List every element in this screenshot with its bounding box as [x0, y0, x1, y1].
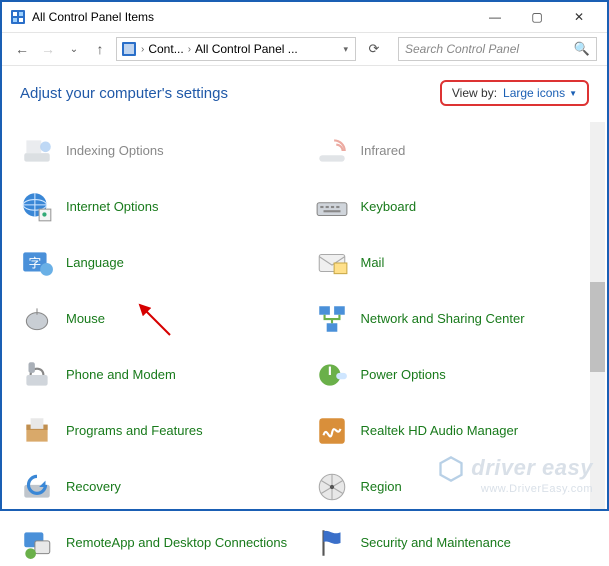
- globe-icon: [20, 190, 54, 224]
- scrollbar[interactable]: [590, 122, 605, 509]
- titlebar: All Control Panel Items — ▢ ✕: [2, 2, 607, 32]
- viewby-label: View by:: [452, 86, 497, 100]
- item-label: RemoteApp and Desktop Connections: [66, 535, 287, 551]
- back-button[interactable]: ←: [12, 39, 32, 59]
- minimize-button[interactable]: —: [481, 7, 509, 27]
- svg-text:字: 字: [29, 255, 42, 270]
- item-label: Power Options: [361, 367, 446, 383]
- forward-button[interactable]: →: [38, 39, 58, 59]
- control-panel-item[interactable]: Infrared: [315, 128, 590, 174]
- chevron-right-icon: ›: [188, 44, 191, 55]
- control-panel-item[interactable]: Programs and Features: [20, 408, 295, 454]
- item-label: Network and Sharing Center: [361, 311, 525, 327]
- ir-icon: [315, 134, 349, 168]
- mouse-icon: [20, 302, 54, 336]
- phone-icon: [20, 358, 54, 392]
- control-panel-item[interactable]: Mail: [315, 240, 590, 286]
- page-title: Adjust your computer's settings: [20, 85, 228, 102]
- breadcrumb-seg-2[interactable]: All Control Panel ...: [195, 42, 298, 56]
- toolbar: ← → ⌄ ↑ › Cont... › All Control Panel ..…: [2, 32, 607, 66]
- breadcrumb-icon: [121, 41, 137, 57]
- viewby-dropdown[interactable]: Large icons ▼: [503, 86, 577, 100]
- item-label: Indexing Options: [66, 143, 164, 159]
- chevron-right-icon: ›: [141, 44, 144, 55]
- control-panel-icon: [10, 9, 26, 25]
- flag-icon: [315, 526, 349, 560]
- chevron-down-icon: ▼: [569, 89, 577, 98]
- control-panel-item[interactable]: 字 Language: [20, 240, 295, 286]
- viewby-highlight: View by: Large icons ▼: [440, 80, 589, 106]
- breadcrumb[interactable]: › Cont... › All Control Panel ... ▾: [116, 37, 356, 61]
- item-label: Programs and Features: [66, 423, 203, 439]
- power-icon: [315, 358, 349, 392]
- chevron-down-icon[interactable]: ▾: [340, 44, 351, 55]
- breadcrumb-seg-1[interactable]: Cont...: [148, 42, 183, 56]
- up-button[interactable]: ↑: [90, 39, 110, 59]
- audio-icon: [315, 414, 349, 448]
- control-panel-item[interactable]: Internet Options: [20, 184, 295, 230]
- item-label: Mouse: [66, 311, 105, 327]
- control-panel-item[interactable]: Region: [315, 464, 590, 510]
- viewby-value: Large icons: [503, 86, 565, 100]
- item-label: Recovery: [66, 479, 121, 495]
- box-icon: [20, 414, 54, 448]
- region-icon: [315, 470, 349, 504]
- item-label: Internet Options: [66, 199, 159, 215]
- control-panel-item[interactable]: Recovery: [20, 464, 295, 510]
- control-panel-item[interactable]: Phone and Modem: [20, 352, 295, 398]
- control-panel-item[interactable]: Indexing Options: [20, 128, 295, 174]
- item-label: Keyboard: [361, 199, 417, 215]
- control-panel-item[interactable]: Power Options: [315, 352, 590, 398]
- item-label: Infrared: [361, 143, 406, 159]
- search-icon: 🔍: [574, 41, 590, 57]
- recent-locations-button[interactable]: ⌄: [64, 39, 84, 59]
- keyboard-icon: [315, 190, 349, 224]
- item-label: Language: [66, 255, 124, 271]
- item-label: Security and Maintenance: [361, 535, 511, 551]
- mail-icon: [315, 246, 349, 280]
- control-panel-item[interactable]: Keyboard: [315, 184, 590, 230]
- remote-icon: [20, 526, 54, 560]
- control-panel-item[interactable]: Security and Maintenance: [315, 520, 590, 566]
- control-panel-item[interactable]: RemoteApp and Desktop Connections: [20, 520, 295, 566]
- window-title: All Control Panel Items: [32, 10, 481, 24]
- network-icon: [315, 302, 349, 336]
- control-panel-item[interactable]: Realtek HD Audio Manager: [315, 408, 590, 454]
- search-input[interactable]: [405, 42, 574, 56]
- item-label: Realtek HD Audio Manager: [361, 423, 519, 439]
- scrollbar-thumb[interactable]: [590, 282, 605, 372]
- control-panel-item[interactable]: Network and Sharing Center: [315, 296, 590, 342]
- maximize-button[interactable]: ▢: [523, 7, 551, 27]
- index-icon: [20, 134, 54, 168]
- refresh-button[interactable]: ⟳: [362, 37, 386, 61]
- control-panel-item[interactable]: Mouse: [20, 296, 295, 342]
- search-box[interactable]: 🔍: [398, 37, 597, 61]
- recovery-icon: [20, 470, 54, 504]
- item-label: Phone and Modem: [66, 367, 176, 383]
- close-button[interactable]: ✕: [565, 7, 593, 27]
- lang-icon: 字: [20, 246, 54, 280]
- item-label: Region: [361, 479, 402, 495]
- item-label: Mail: [361, 255, 385, 271]
